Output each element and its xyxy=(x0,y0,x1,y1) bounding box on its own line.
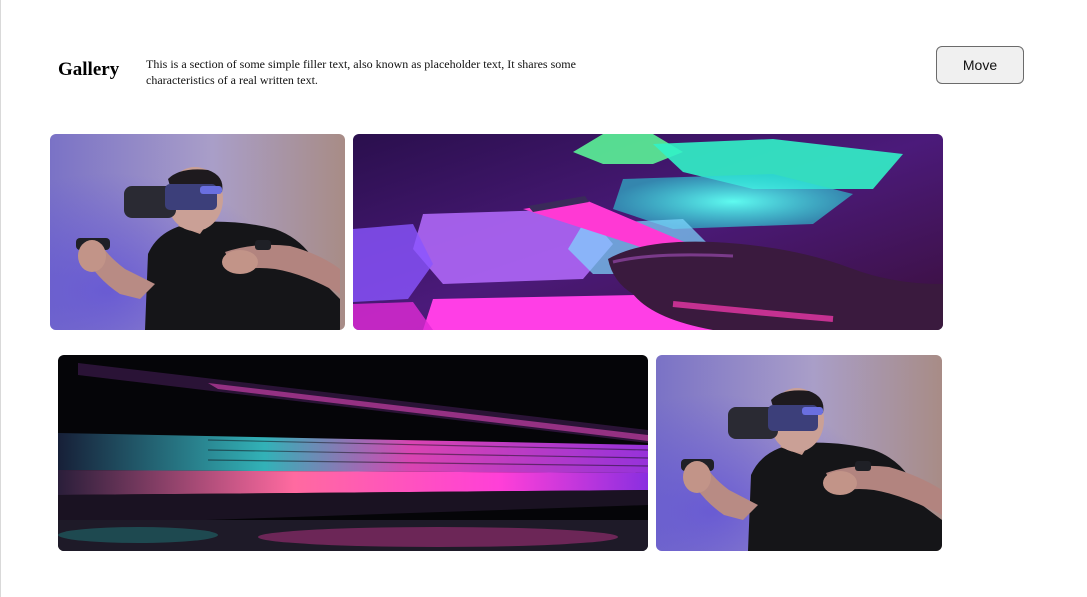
neon-hexagon-hand-photo xyxy=(353,134,943,330)
gallery-image-neon-hand[interactable] xyxy=(353,134,943,330)
gallery-description: This is a section of some simple filler … xyxy=(146,57,576,87)
gallery-image-vr-man-2[interactable] xyxy=(656,355,942,551)
neon-laptop-photo xyxy=(58,355,648,551)
move-button[interactable]: Move xyxy=(936,46,1024,84)
page-left-border xyxy=(0,0,1,597)
vr-man-photo xyxy=(50,134,345,330)
gallery-image-vr-man[interactable] xyxy=(50,134,345,330)
gallery-image-neon-laptop[interactable] xyxy=(58,355,648,551)
vr-man-photo xyxy=(656,355,942,551)
page-title: Gallery xyxy=(58,59,120,80)
